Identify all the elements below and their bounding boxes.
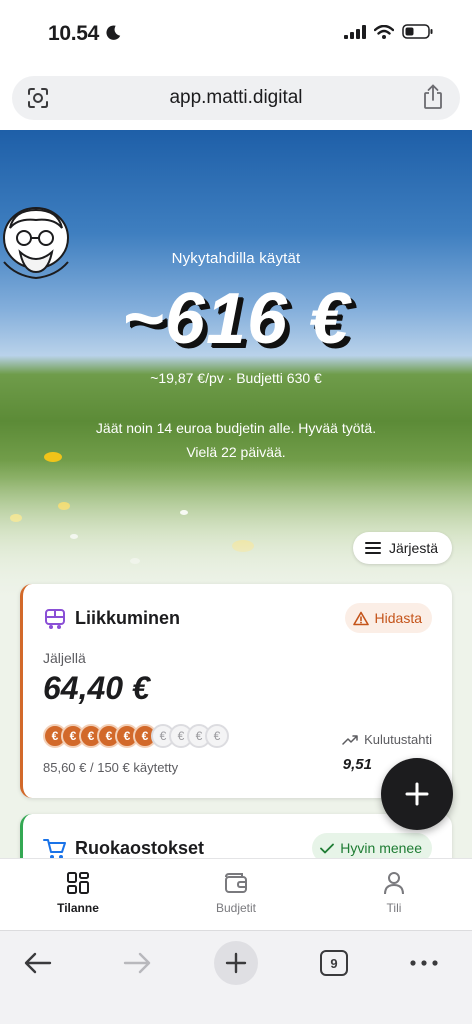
rate-value: 9,51 (342, 756, 372, 773)
status-time: 10.54 (48, 22, 100, 45)
nav-item-budjetit[interactable]: Budjetit (176, 871, 296, 915)
tab-count: 9 (320, 950, 348, 976)
nav-label: Tilanne (57, 901, 99, 915)
badge-label: Hidasta (374, 610, 422, 626)
more-button[interactable] (402, 941, 446, 985)
hero-subtitle: Nykytahdilla käytät (171, 250, 301, 267)
status-badge: Hidasta (344, 603, 432, 633)
flower-decoration (130, 558, 140, 564)
projected-spend: ~616 € (121, 279, 351, 359)
arrow-left-icon (24, 952, 52, 974)
daily-rate-budget: ~19,87 €/pv · Budjetti 630 € (150, 370, 322, 386)
person-icon (384, 872, 404, 895)
spent-summary: 85,60 € / 150 € käytetty (43, 760, 179, 775)
nav-item-tilanne[interactable]: Tilanne (18, 871, 138, 915)
tabs-button[interactable]: 9 (312, 941, 356, 985)
wifi-icon (374, 24, 394, 39)
arrow-right-icon (123, 952, 151, 974)
nav-item-tili[interactable]: Tili (334, 871, 454, 915)
budget-card-liikkuminen[interactable]: Liikkuminen Hidasta Jäljellä 64,40 € € € €… (20, 584, 452, 798)
card-title: Liikkuminen (75, 608, 181, 628)
rate-label: Kulutustahti (364, 732, 432, 747)
forward-button[interactable] (115, 941, 159, 985)
status-bar: 10.54 (0, 0, 472, 70)
address-bar[interactable]: app.matti.digital (12, 76, 460, 120)
check-icon (320, 843, 335, 853)
rate-label-row: Kulutustahti (342, 732, 432, 747)
remaining-label: Jäljellä (43, 650, 86, 666)
share-icon[interactable] (422, 84, 444, 110)
wallet-icon (225, 873, 247, 893)
menu-icon (364, 542, 381, 554)
flower-decoration (232, 540, 254, 552)
card-title: Ruokaostokset (75, 838, 205, 858)
coin-remaining: € (205, 724, 229, 748)
dashboard-icon (67, 872, 89, 894)
status-icons (344, 24, 434, 39)
bus-icon (45, 609, 65, 629)
add-expense-button[interactable] (381, 758, 453, 830)
trend-up-icon (342, 734, 358, 745)
nav-label: Tili (386, 901, 402, 915)
hero-banner: Nykytahdilla käytät ~616 € ~19,87 €/pv ·… (0, 130, 472, 600)
warning-icon (352, 611, 369, 625)
plus-icon (225, 952, 247, 974)
flower-decoration (44, 452, 62, 462)
flower-decoration (58, 502, 70, 510)
signal-icon (344, 24, 366, 39)
new-tab-button[interactable] (214, 941, 258, 985)
avatar[interactable] (0, 202, 74, 282)
battery-icon (402, 24, 433, 39)
badge-label: Hyvin menee (340, 840, 422, 856)
flower-decoration (180, 510, 188, 515)
status-message: Jäät noin 14 euroa budjetin alle. Hyvää … (95, 420, 377, 460)
cart-icon (43, 839, 66, 859)
more-icon (410, 960, 438, 966)
nav-label: Budjetit (215, 901, 257, 915)
flower-decoration (70, 534, 78, 539)
back-button[interactable] (16, 941, 60, 985)
moon-icon (106, 25, 121, 40)
bottom-navigation: Tilanne Budjetit Tili (0, 858, 472, 930)
browser-toolbar: 9 (0, 930, 472, 1024)
flower-decoration (10, 514, 22, 522)
remaining-value: 64,40 € (43, 670, 150, 706)
url-text[interactable]: app.matti.digital (12, 87, 460, 109)
sort-button[interactable]: Järjestä (352, 532, 452, 564)
plus-icon (405, 782, 429, 806)
budget-coins: € € € € € € € € € € (43, 724, 229, 748)
sort-label: Järjestä (388, 540, 438, 556)
